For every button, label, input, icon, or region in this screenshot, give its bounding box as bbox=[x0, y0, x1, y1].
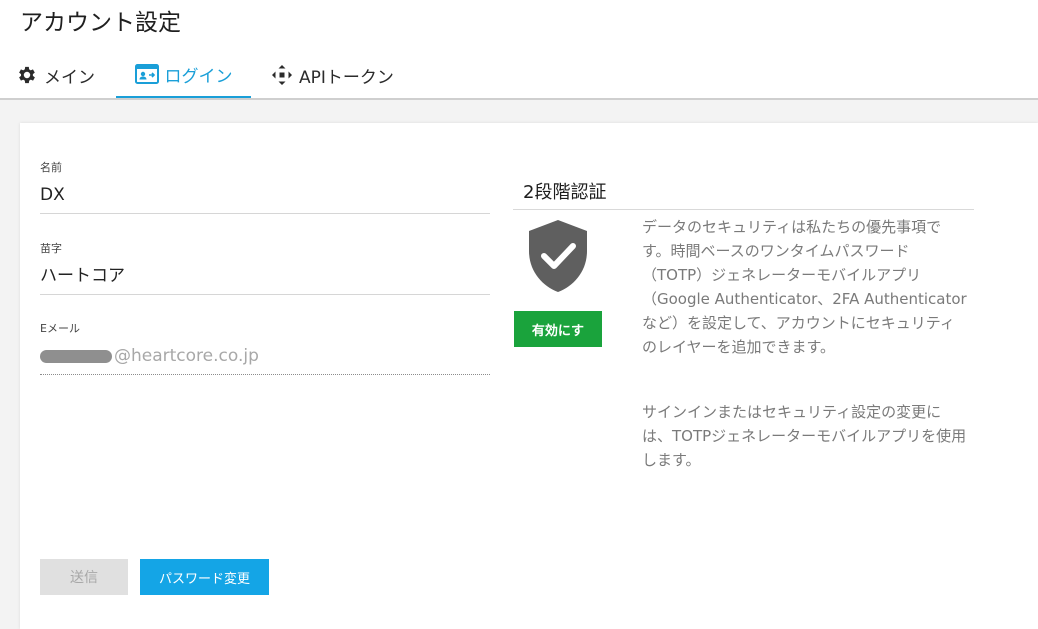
change-password-button[interactable]: パスワード変更 bbox=[140, 559, 269, 595]
email-input: @heartcore.co.jp bbox=[40, 344, 490, 375]
lastname-label: 苗字 bbox=[40, 242, 62, 255]
email-field: Eメール @heartcore.co.jp bbox=[40, 322, 490, 375]
lastname-field[interactable]: 苗字 ハートコア bbox=[40, 242, 490, 295]
tab-main[interactable]: メイン bbox=[16, 52, 95, 98]
name-input[interactable]: DX bbox=[40, 183, 490, 214]
tab-api-token-label: APIトークン bbox=[299, 67, 394, 88]
shield-check-icon bbox=[527, 218, 589, 298]
email-domain: @heartcore.co.jp bbox=[114, 346, 259, 366]
login-settings-card: 名前 DX 苗字 ハートコア Eメール @heartcore.co.jp 2段階… bbox=[20, 123, 1038, 629]
two-factor-description: データのセキュリティは私たちの優先事項です。時間ベースのワンタイムパスワード（T… bbox=[642, 218, 967, 356]
enable-2fa-button[interactable]: 有効にす bbox=[514, 311, 602, 347]
id-card-icon bbox=[134, 64, 159, 84]
email-label: Eメール bbox=[40, 322, 80, 335]
name-field[interactable]: 名前 DX bbox=[40, 161, 490, 214]
tab-login[interactable]: ログイン bbox=[116, 52, 251, 98]
tab-api-token[interactable]: APIトークン bbox=[271, 52, 394, 98]
page-title: アカウント設定 bbox=[20, 10, 181, 36]
tab-login-label: ログイン bbox=[164, 66, 233, 87]
send-button[interactable]: 送信 bbox=[40, 559, 128, 595]
header: アカウント設定 メイン ログイン APIトークン bbox=[0, 0, 1038, 100]
redacted-email-user bbox=[40, 349, 112, 363]
two-factor-title: 2段階認証 bbox=[513, 181, 974, 210]
lastname-input[interactable]: ハートコア bbox=[40, 264, 490, 295]
tab-main-label: メイン bbox=[44, 67, 95, 88]
gear-icon bbox=[16, 64, 38, 86]
name-label: 名前 bbox=[40, 161, 62, 174]
two-factor-note: サインインまたはセキュリティ設定の変更には、TOTPジェネレーターモバイルアプリ… bbox=[642, 403, 967, 469]
move-arrows-icon bbox=[271, 64, 293, 86]
